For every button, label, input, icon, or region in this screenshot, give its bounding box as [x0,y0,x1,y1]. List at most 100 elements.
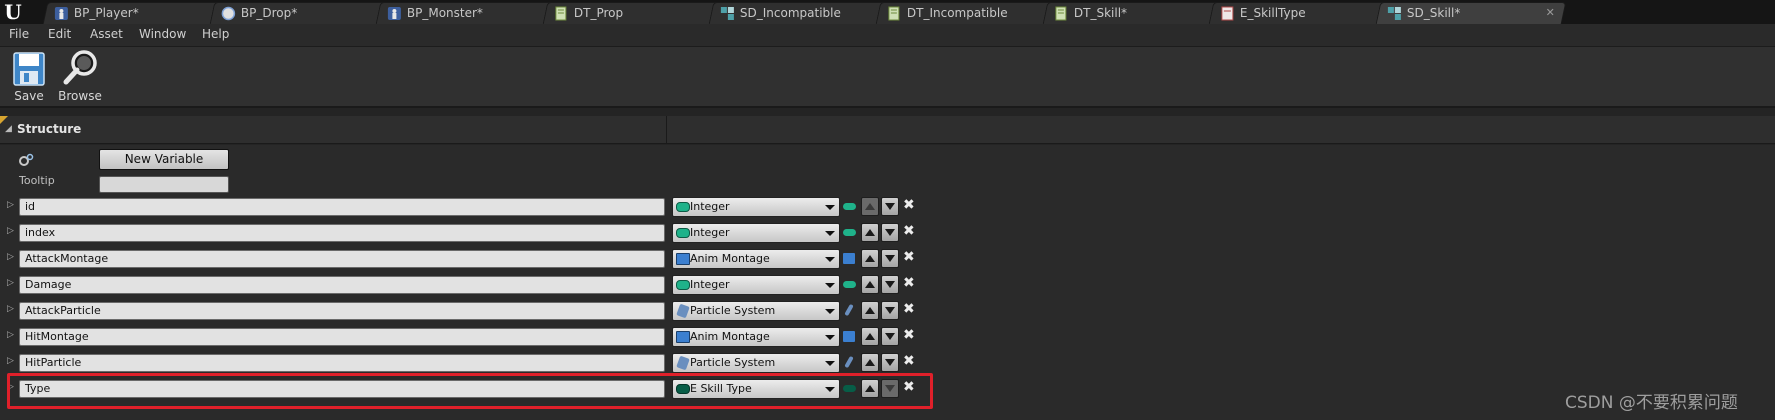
move-up-button[interactable] [861,327,879,346]
toolbar: Save Browse [0,46,1775,108]
expand-caret-icon[interactable]: ▷ [7,304,14,314]
structure-panel-header[interactable]: ◢ Structure [0,116,1775,144]
tab-dt-skill[interactable]: DT_Skill*✕ [1042,2,1234,24]
expand-caret-icon[interactable]: ▷ [7,278,14,288]
watermark: CSDN @不要积累问题 [1565,393,1738,413]
close-icon[interactable]: ✕ [1546,6,1555,19]
datatable-icon [1054,6,1069,21]
tab-label: BP_Player* [73,6,139,20]
tab-sd-skill[interactable]: SD_Skill* ✕ [1375,2,1567,24]
container-type-icon[interactable] [843,385,856,392]
menu-file[interactable]: File [9,27,29,41]
move-up-button[interactable] [861,353,879,372]
delete-icon[interactable]: ✖ [903,197,915,213]
variable-type-select[interactable]: E Skill Type [672,379,840,399]
delete-icon[interactable]: ✖ [903,327,915,343]
tab-sd-incompatible[interactable]: SD_Incompatible✕ [708,2,900,24]
variable-type-select[interactable]: Integer [672,197,840,217]
expand-caret-icon[interactable]: ▷ [7,226,14,236]
menu-edit[interactable]: Edit [48,27,71,41]
variable-row: ▷ Damage Integer ✖ [0,274,940,296]
variable-name-input[interactable]: id [19,198,665,216]
expand-caret-icon[interactable]: ▷ [7,382,14,392]
move-up-button[interactable] [861,223,879,242]
move-up-button[interactable] [861,249,879,268]
variable-name-input[interactable]: HitParticle [19,354,665,372]
move-up-button[interactable] [861,301,879,320]
delete-icon[interactable]: ✖ [903,223,915,239]
variable-name-input[interactable]: AttackParticle [19,302,665,320]
move-down-button[interactable] [881,197,899,216]
move-down-button[interactable] [881,249,899,268]
variable-type-select[interactable]: Integer [672,223,840,243]
pawn-icon [387,6,402,21]
tooltip-input[interactable] [99,176,229,193]
collapse-caret-icon[interactable]: ◢ [5,124,12,134]
chevron-down-icon [825,257,835,262]
move-down-button[interactable] [881,223,899,242]
container-type-icon[interactable] [843,253,855,264]
variable-name-input[interactable]: Damage [19,276,665,294]
browse-label: Browse [58,89,102,103]
variable-type-select[interactable]: Anim Montage [672,249,840,269]
expand-caret-icon[interactable]: ▷ [7,356,14,366]
move-down-button[interactable] [881,379,899,398]
tab-bp-drop[interactable]: BP_Drop*✕ [209,2,401,24]
move-up-button[interactable] [861,379,879,398]
delete-icon[interactable]: ✖ [903,379,915,395]
expand-caret-icon[interactable]: ▷ [7,200,14,210]
variable-type-select[interactable]: Particle System [672,301,840,321]
add-variable-icon [19,153,34,166]
delete-icon[interactable]: ✖ [903,353,915,369]
chevron-down-icon [825,387,835,392]
tab-bp-player[interactable]: BP_Player*✕ [42,2,234,24]
save-icon [13,52,45,86]
expand-caret-icon[interactable]: ▷ [7,330,14,340]
container-type-icon[interactable] [843,203,856,210]
chevron-down-icon [825,309,835,314]
container-type-icon[interactable] [843,281,856,288]
container-type-icon[interactable] [843,229,856,236]
variable-type-select[interactable]: Anim Montage [672,327,840,347]
chevron-down-icon [825,205,835,210]
struct-icon [720,6,735,21]
variable-type-select[interactable]: Particle System [672,353,840,373]
tab-dt-prop[interactable]: DT_Prop✕ [542,2,734,24]
tab-dt-incompatible[interactable]: DT_Incompatible✕ [875,2,1067,24]
container-type-icon[interactable] [844,303,854,317]
move-down-button[interactable] [881,275,899,294]
menu-window[interactable]: Window [139,27,186,41]
variable-name-input[interactable]: index [19,224,665,242]
variable-row: ▷ id Integer ✖ [0,196,940,218]
variable-name-input[interactable]: Type [19,380,665,398]
move-down-button[interactable] [881,327,899,346]
tab-bp-monster[interactable]: BP_Monster*✕ [375,2,567,24]
move-up-button[interactable] [861,275,879,294]
move-down-button[interactable] [881,301,899,320]
variable-type-select[interactable]: Integer [672,275,840,295]
delete-icon[interactable]: ✖ [903,301,915,317]
delete-icon[interactable]: ✖ [903,275,915,291]
move-up-button[interactable] [861,197,879,216]
datatable-icon [887,6,902,21]
variable-type-label: Integer [690,278,730,291]
menu-asset[interactable]: Asset [90,27,123,41]
tab-label: E_SkillType [1239,6,1306,20]
menu-help[interactable]: Help [202,27,229,41]
browse-button[interactable]: Browse [55,49,105,105]
new-variable-button[interactable]: New Variable [99,149,229,170]
save-button[interactable]: Save [4,49,54,105]
container-type-icon[interactable] [844,355,854,369]
container-type-icon[interactable] [843,331,855,342]
variable-row: ▷ AttackParticle Particle System ✖ [0,300,940,322]
variable-type-label: Anim Montage [690,330,770,343]
variable-type-label: Integer [690,200,730,213]
expand-caret-icon[interactable]: ▷ [7,252,14,262]
tab-e-skilltype[interactable]: E_SkillType✕ [1208,2,1400,24]
integer-type-icon [676,280,690,290]
move-down-button[interactable] [881,353,899,372]
variable-name-input[interactable]: AttackMontage [19,250,665,268]
panel-divider [666,116,667,144]
variable-name-input[interactable]: HitMontage [19,328,665,346]
delete-icon[interactable]: ✖ [903,249,915,265]
